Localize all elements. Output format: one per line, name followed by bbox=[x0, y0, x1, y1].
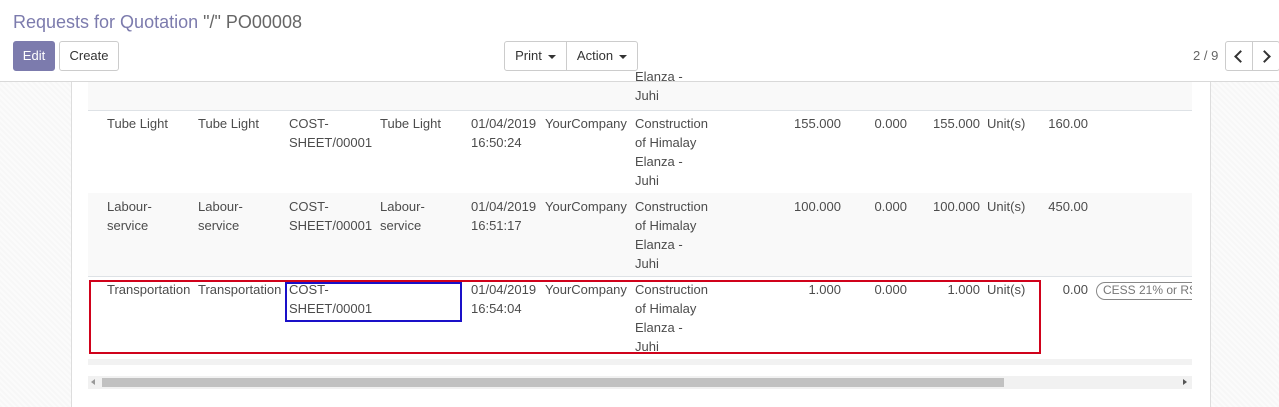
uom-cell: Unit(s) bbox=[987, 199, 1026, 214]
received-cell: 0.000 bbox=[874, 282, 907, 297]
label-cell: Labour- service bbox=[380, 199, 425, 233]
uom-cell: Unit(s) bbox=[987, 116, 1026, 131]
chevron-left-icon bbox=[1234, 50, 1247, 63]
print-dropdown-button[interactable]: Print bbox=[504, 41, 567, 71]
uom-cell: Unit(s) bbox=[987, 282, 1026, 297]
unit-price-cell: 0.00 bbox=[1062, 282, 1088, 297]
received-cell: 0.000 bbox=[874, 199, 907, 214]
background-right bbox=[1210, 82, 1279, 407]
billed-cell: 1.000 bbox=[947, 282, 980, 297]
background-left bbox=[0, 82, 71, 407]
project-cell: Construction of Himalay Elanza - Juhi bbox=[635, 116, 708, 188]
action-dropdown-button[interactable]: Action bbox=[566, 41, 638, 71]
scroll-left-arrow-icon[interactable] bbox=[91, 379, 95, 385]
quantity-cell: 1.000 bbox=[808, 282, 841, 297]
billed-cell: 100.000 bbox=[933, 199, 980, 214]
date-cell: 01/04/2019 16:50:24 bbox=[471, 116, 537, 150]
project-cell: Elanza - Juhi bbox=[635, 69, 683, 103]
pager-next-button[interactable] bbox=[1252, 41, 1279, 71]
quantity-cell: 155.000 bbox=[794, 116, 841, 131]
label-cell: Tube Light bbox=[380, 116, 441, 131]
table-footer bbox=[88, 359, 1192, 365]
unit-price-cell: 450.00 bbox=[1048, 199, 1088, 214]
chevron-right-icon bbox=[1258, 50, 1271, 63]
company-cell: YourCompany bbox=[545, 282, 627, 297]
caret-down-icon bbox=[619, 54, 628, 59]
breadcrumb-rfq-link[interactable]: Requests for Quotation bbox=[13, 12, 198, 32]
analytic-account-cell: COST- SHEET/00001 bbox=[289, 199, 373, 233]
print-label: Print bbox=[515, 48, 542, 63]
project-cell: Construction of Himalay Elanza - Juhi bbox=[635, 199, 708, 271]
received-cell: 0.000 bbox=[874, 116, 907, 131]
scrollbar-thumb[interactable] bbox=[102, 378, 1004, 387]
analytic-account-cell: COST- SHEET/00001 bbox=[289, 116, 373, 150]
quantity-cell: 100.000 bbox=[794, 199, 841, 214]
product-cell: Labour- service bbox=[107, 199, 152, 233]
unit-price-cell: 160.00 bbox=[1048, 116, 1088, 131]
description-cell: Tube Light bbox=[198, 116, 259, 131]
horizontal-scrollbar[interactable] bbox=[88, 376, 1192, 389]
caret-down-icon bbox=[547, 54, 556, 59]
project-cell: Construction of Himalay Elanza - Juhi bbox=[635, 282, 708, 354]
table-row-selected[interactable]: Transportation Transportation COST- SHEE… bbox=[88, 277, 1192, 360]
action-label: Action bbox=[576, 48, 614, 63]
scroll-right-arrow-icon[interactable] bbox=[1183, 379, 1187, 385]
date-cell: 01/04/2019 16:54:04 bbox=[471, 282, 537, 316]
table-row[interactable]: Labour- service Labour- service COST- SH… bbox=[88, 193, 1192, 277]
analytic-account-cell[interactable]: COST- SHEET/00001 bbox=[289, 280, 372, 318]
table-row[interactable]: Elanza - Juhi bbox=[88, 69, 1192, 111]
date-cell: 01/04/2019 16:51:17 bbox=[471, 199, 537, 233]
edit-button[interactable]: Edit bbox=[13, 41, 55, 71]
description-cell: Transportation bbox=[198, 282, 282, 297]
create-button[interactable]: Create bbox=[59, 41, 119, 71]
tax-tag[interactable]: CESS 21% or RS bbox=[1096, 282, 1192, 300]
pager-value[interactable]: 2 / 9 bbox=[1193, 48, 1218, 63]
description-cell: Labour- service bbox=[198, 199, 243, 233]
breadcrumb-current-record: PO00008 bbox=[225, 12, 302, 32]
billed-cell: 155.000 bbox=[933, 116, 980, 131]
breadcrumb-separator: "/" bbox=[198, 12, 226, 32]
breadcrumb: Requests for Quotation "/" PO00008 bbox=[13, 11, 302, 33]
pager-previous-button[interactable] bbox=[1225, 41, 1253, 71]
product-cell: Tube Light bbox=[107, 116, 168, 131]
table-row[interactable]: Tube Light Tube Light COST- SHEET/00001 … bbox=[88, 110, 1192, 194]
company-cell: YourCompany bbox=[545, 199, 627, 214]
product-cell: Transportation bbox=[107, 282, 191, 297]
company-cell: YourCompany bbox=[545, 116, 627, 131]
